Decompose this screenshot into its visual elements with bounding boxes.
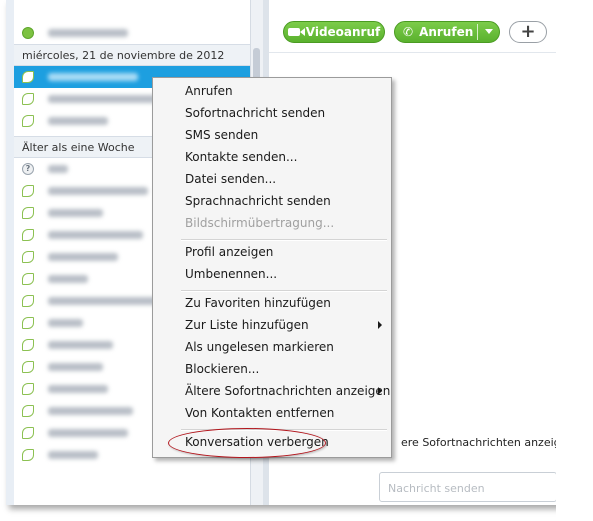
menu-item[interactable]: SMS senden xyxy=(185,126,385,144)
menu-item[interactable]: Zur Liste hinzufügen xyxy=(185,316,385,334)
contact-name-blurred xyxy=(48,209,103,217)
menu-item[interactable]: Blockieren... xyxy=(185,360,385,378)
menu-item[interactable]: Von Kontakten entfernen xyxy=(185,404,385,422)
contact-name-blurred xyxy=(48,187,148,195)
add-button[interactable]: + xyxy=(509,21,547,43)
contact-status-icon xyxy=(22,427,34,439)
menu-item-label: Zu Favoriten hinzufügen xyxy=(185,296,331,310)
menu-separator xyxy=(181,239,387,241)
contact-name-blurred xyxy=(48,407,133,415)
menu-item[interactable]: Umbenennen... xyxy=(185,265,385,283)
video-camera-icon xyxy=(287,28,305,36)
call-button[interactable]: ✆ Anrufen xyxy=(394,21,500,43)
menu-item-label: Sprachnachricht senden xyxy=(185,194,331,208)
contact-name-blurred xyxy=(48,117,108,125)
menu-item-label: Blockieren... xyxy=(185,362,260,376)
menu-item-label: Anrufen xyxy=(185,84,233,98)
menu-item[interactable]: Als ungelesen markieren xyxy=(185,338,385,356)
contact-status-icon xyxy=(22,361,34,373)
contact-name-blurred xyxy=(48,319,83,327)
contact-status-icon xyxy=(22,185,34,197)
submenu-arrow-icon xyxy=(378,321,382,329)
contact-status-icon xyxy=(22,71,34,83)
menu-item: Bildschirmübertragung... xyxy=(185,214,385,232)
menu-item[interactable]: Sprachnachricht senden xyxy=(185,192,385,210)
contact-status-icon xyxy=(22,251,34,263)
online-status-icon xyxy=(22,27,34,39)
menu-item[interactable]: Anrufen xyxy=(185,82,385,100)
toolbar-divider xyxy=(269,52,562,53)
call-label: Anrufen xyxy=(419,25,474,39)
contact-name-blurred xyxy=(48,341,113,349)
menu-item-label: Profil anzeigen xyxy=(185,245,274,259)
contact-name-blurred xyxy=(48,165,68,173)
contact-name-blurred xyxy=(48,451,98,459)
chevron-down-icon[interactable] xyxy=(485,29,493,34)
contact-status-icon xyxy=(22,317,34,329)
contact-name-blurred xyxy=(48,231,143,239)
message-input-placeholder: Nachricht senden xyxy=(388,482,485,495)
torn-edge-right xyxy=(556,0,593,521)
menu-item[interactable]: Datei senden... xyxy=(185,170,385,188)
menu-item-label: Von Kontakten entfernen xyxy=(185,406,335,420)
date-header: miércoles, 21 de noviembre de 2012 xyxy=(14,44,250,66)
show-older-messages-text[interactable]: ere Sofortnachrichten anzeigen: G xyxy=(401,436,562,449)
contact-status-icon xyxy=(22,383,34,395)
contact-status-icon xyxy=(22,295,34,307)
menu-item[interactable]: Zu Favoriten hinzufügen xyxy=(185,294,385,312)
contact-status-icon xyxy=(22,339,34,351)
menu-item-label: Zur Liste hinzufügen xyxy=(185,318,309,332)
highlight-annotation-ellipse xyxy=(168,428,326,458)
contact-name-blurred xyxy=(48,363,103,371)
menu-item[interactable]: Kontakte senden... xyxy=(185,148,385,166)
video-call-label: Videoanruf xyxy=(305,25,381,39)
contact-status-icon xyxy=(22,207,34,219)
contact-name-blurred xyxy=(48,297,163,305)
menu-separator xyxy=(181,290,387,292)
contact-name-blurred xyxy=(48,253,118,261)
menu-item-label: Bildschirmübertragung... xyxy=(185,216,335,230)
contact-name-blurred xyxy=(48,95,158,103)
message-input[interactable]: Nachricht senden xyxy=(379,472,557,502)
menu-item-label: Datei senden... xyxy=(185,172,277,186)
video-call-button[interactable]: Videoanruf xyxy=(283,21,385,43)
call-split-separator xyxy=(477,24,478,40)
contact-status-icon xyxy=(22,405,34,417)
contact-status-icon xyxy=(22,449,34,461)
contact-status-icon xyxy=(22,93,34,105)
menu-item-label: SMS senden xyxy=(185,128,259,142)
contact-status-icon xyxy=(22,273,34,285)
menu-item-label: Umbenennen... xyxy=(185,267,278,281)
submenu-arrow-icon xyxy=(378,387,382,395)
phone-icon: ✆ xyxy=(403,25,414,39)
contact-name-blurred xyxy=(48,385,108,393)
menu-item-label: Ältere Sofortnachrichten anzeigen xyxy=(185,384,391,398)
menu-item-label: Kontakte senden... xyxy=(185,150,298,164)
contact-context-menu: Anrufen Sofortnachricht senden SMS senden K… xyxy=(152,77,392,458)
menu-item[interactable]: Profil anzeigen xyxy=(185,243,385,261)
contact-name-blurred xyxy=(48,29,128,37)
contact-status-icon xyxy=(22,115,34,127)
contact-name-blurred xyxy=(48,429,128,437)
contact-row[interactable] xyxy=(14,22,250,44)
menu-item-label: Sofortnachricht senden xyxy=(185,106,326,120)
contact-name-blurred xyxy=(48,73,138,81)
contact-status-icon xyxy=(22,229,34,241)
contact-name-blurred xyxy=(48,275,88,283)
unknown-status-icon: ? xyxy=(22,163,34,175)
menu-item-label: Als ungelesen markieren xyxy=(185,340,334,354)
menu-item[interactable]: Sofortnachricht senden xyxy=(185,104,385,122)
menu-item[interactable]: Ältere Sofortnachrichten anzeigen xyxy=(185,382,390,400)
